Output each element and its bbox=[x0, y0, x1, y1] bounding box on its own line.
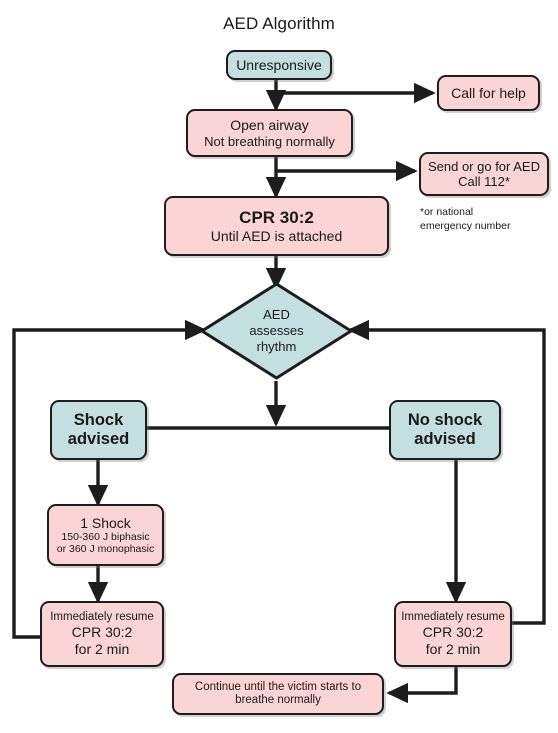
node-open-airway-line1: Open airway bbox=[230, 117, 309, 134]
edge-loop-right-to-aed-assesses bbox=[347, 319, 546, 625]
node-resume-cpr-right-line3: for 2 min bbox=[425, 640, 481, 657]
node-send-for-aed-line2: Call 112* bbox=[458, 174, 510, 189]
node-shock-advised-line1: Shock bbox=[73, 410, 124, 429]
node-unresponsive-label: Unresponsive bbox=[236, 56, 322, 73]
node-send-for-aed-line1: Send or go for AED bbox=[427, 158, 540, 174]
page-title: AED Algorithm bbox=[223, 14, 335, 33]
node-resume-cpr-left[interactable]: Immediately resume CPR 30:2 for 2 min bbox=[40, 601, 164, 667]
node-continue-until-line2: breathe normally bbox=[235, 694, 321, 706]
node-no-shock-advised[interactable]: No shock advised bbox=[389, 400, 501, 460]
footnote-line1: *or national bbox=[420, 206, 474, 218]
node-resume-cpr-right-line2: CPR 30:2 bbox=[422, 624, 484, 641]
footnote-national-emergency-number: *or national emergency number bbox=[420, 205, 550, 233]
node-one-shock-line1: 1 Shock bbox=[80, 514, 131, 531]
node-resume-cpr-right-line1: Immediately resume bbox=[401, 611, 505, 624]
node-unresponsive[interactable]: Unresponsive bbox=[226, 50, 332, 80]
node-resume-cpr-right[interactable]: Immediately resume CPR 30:2 for 2 min bbox=[394, 601, 512, 667]
node-no-shock-advised-line2: advised bbox=[414, 430, 476, 448]
node-resume-cpr-left-line1: Immediately resume bbox=[50, 611, 154, 624]
edge-resume-right-to-continue bbox=[386, 667, 458, 704]
node-one-shock[interactable]: 1 Shock 150-360 J biphasic or 360 J mono… bbox=[47, 504, 164, 566]
node-resume-cpr-left-line2: CPR 30:2 bbox=[71, 624, 133, 641]
footnote-line2: emergency number bbox=[420, 220, 511, 233]
node-one-shock-line2: 150-360 J biphasic bbox=[61, 530, 150, 543]
node-one-shock-line3: or 360 J monophasic bbox=[56, 543, 155, 556]
node-open-airway[interactable]: Open airway Not breathing normally bbox=[186, 109, 353, 157]
node-call-for-help[interactable]: Call for help bbox=[437, 75, 540, 111]
node-continue-until-line1: Continue until the victim starts to bbox=[194, 680, 362, 693]
node-no-shock-advised-line1: No shock bbox=[407, 410, 483, 429]
node-aed-assesses-rhythm-label: AED assesses rhythm bbox=[199, 281, 354, 381]
node-cpr-initial-line1: CPR 30:2 bbox=[239, 208, 314, 228]
node-call-for-help-label: Call for help bbox=[451, 84, 526, 101]
node-shock-advised[interactable]: Shock advised bbox=[50, 400, 147, 460]
node-shock-advised-line2: advised bbox=[67, 430, 130, 448]
aed-algorithm-flowchart: AED Algorithm Unresponsive Call for help… bbox=[0, 0, 558, 733]
node-cpr-initial[interactable]: CPR 30:2 Until AED is attached bbox=[164, 196, 389, 256]
node-send-for-aed[interactable]: Send or go for AED Call 112* bbox=[419, 152, 549, 196]
node-aed-assesses-line2: assesses bbox=[249, 322, 304, 338]
node-aed-assesses-line1: AED bbox=[263, 306, 290, 322]
node-aed-assesses-line3: rhythm bbox=[256, 339, 297, 355]
edge-loop-left-to-aed-assesses bbox=[12, 319, 207, 639]
node-continue-until[interactable]: Continue until the victim starts to brea… bbox=[172, 673, 384, 715]
node-cpr-initial-line2: Until AED is attached bbox=[210, 227, 343, 244]
node-resume-cpr-left-line3: for 2 min bbox=[74, 640, 130, 657]
node-open-airway-line2: Not breathing normally bbox=[204, 133, 335, 149]
node-aed-assesses-rhythm[interactable]: AED assesses rhythm bbox=[199, 281, 354, 381]
